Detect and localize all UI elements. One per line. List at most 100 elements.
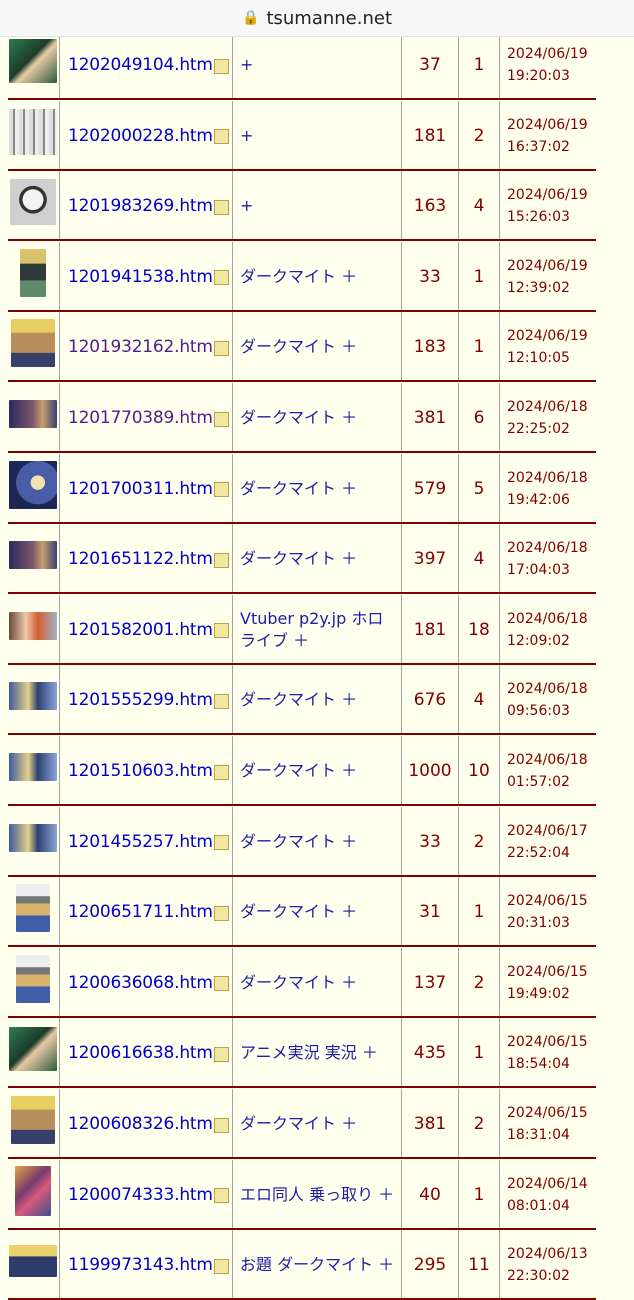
thread-link[interactable]: 1201555299.htm <box>68 665 229 735</box>
thread-date: 2024/06/15 <box>507 1105 588 1121</box>
thread-tags[interactable]: ダークマイト ＋ <box>240 524 398 594</box>
thread-link[interactable]: 1201770389.htm <box>68 383 229 453</box>
table-row: 1200616638.htm アニメ実況 実況 ＋ 435 1 2024/06/… <box>0 1018 600 1089</box>
column-divider <box>499 30 500 100</box>
thread-link[interactable]: 1201700311.htm <box>68 454 229 524</box>
thread-link[interactable]: 1200074333.htm <box>68 1160 229 1230</box>
thread-thumbnail[interactable] <box>8 1024 58 1074</box>
thread-thumbnail[interactable] <box>8 954 58 1004</box>
thread-tags[interactable]: ダークマイト ＋ <box>240 454 398 524</box>
thread-thumbnail[interactable] <box>8 1236 58 1286</box>
address-bar[interactable]: 🔒 tsumanne.net <box>0 0 634 37</box>
thread-time: 01:57:02 <box>507 774 570 790</box>
thread-tags[interactable]: + <box>240 171 398 241</box>
thread-thumbnail[interactable] <box>8 671 58 721</box>
thread-link[interactable]: 1200608326.htm <box>68 1089 229 1159</box>
table-row: 1200074333.htm エロ同人 乗っ取り ＋ 40 1 2024/06/… <box>0 1159 600 1230</box>
thread-tags[interactable]: + <box>240 30 398 100</box>
thumbnail-image <box>16 954 50 1003</box>
thread-thumbnail[interactable] <box>8 460 58 510</box>
thread-thumbnail[interactable] <box>8 883 58 933</box>
thread-filename: 1201932162.htm <box>68 337 213 358</box>
column-divider <box>232 594 233 665</box>
column-divider <box>232 383 233 453</box>
column-divider <box>499 806 500 877</box>
thread-thumbnail[interactable] <box>8 36 58 86</box>
thread-tags[interactable]: ダークマイト ＋ <box>240 383 398 453</box>
thread-tags[interactable]: ダークマイト ＋ <box>240 665 398 735</box>
image-count: 1 <box>473 1184 485 1205</box>
thread-thumbnail[interactable] <box>8 813 58 863</box>
thread-link[interactable]: 1202000228.htm <box>68 101 229 171</box>
thread-tags[interactable]: ダークマイト ＋ <box>240 312 398 382</box>
thread-date: 2024/06/15 <box>507 893 588 910</box>
column-divider <box>232 100 233 171</box>
thread-link[interactable]: 1201932162.htm <box>68 312 229 382</box>
thread-filename: 1200074333.htm <box>68 1184 213 1205</box>
image-count: 2 <box>473 1114 485 1134</box>
thread-thumbnail[interactable] <box>8 601 58 651</box>
table-row: 1201770389.htm ダークマイト ＋ 381 6 2024/06/18… <box>0 383 600 453</box>
thread-tags[interactable]: お題 ダークマイト ＋ <box>240 1230 398 1300</box>
thumbnail-image <box>15 1165 51 1216</box>
thread-link[interactable]: 1201510603.htm <box>68 736 229 806</box>
thread-thumbnail[interactable] <box>8 530 58 580</box>
thread-link[interactable]: 1200636068.htm <box>68 948 229 1018</box>
thread-thumbnail[interactable] <box>8 248 58 298</box>
thread-datetime: 2024/06/15 19:49:02 <box>507 948 588 1018</box>
column-divider <box>59 665 60 736</box>
thread-thumbnail[interactable] <box>8 177 58 227</box>
column-divider <box>232 665 233 736</box>
response-count: 37 <box>419 55 441 75</box>
thread-thumbnail[interactable] <box>8 389 58 439</box>
thread-date: 2024/06/18 <box>507 469 588 486</box>
thread-link[interactable]: 1201455257.htm <box>68 807 229 877</box>
thread-link[interactable]: 1201983269.htm <box>68 171 229 241</box>
thread-tags[interactable]: ダークマイト ＋ <box>240 877 398 947</box>
thread-datetime: 2024/06/18 22:25:02 <box>507 383 588 453</box>
column-divider <box>59 1089 60 1159</box>
image-count: 11 <box>468 1255 490 1276</box>
thread-tags[interactable]: ダークマイト ＋ <box>240 948 398 1018</box>
thread-link[interactable]: 1200616638.htm <box>68 1018 229 1088</box>
thread-link[interactable]: 1201651122.htm <box>68 524 229 594</box>
column-divider <box>59 877 60 948</box>
column-divider <box>232 806 233 877</box>
response-count: 183 <box>413 337 447 358</box>
thread-tags[interactable]: アニメ実況 実況 ＋ <box>240 1018 398 1088</box>
thumbnail-image <box>9 753 57 781</box>
column-divider <box>232 1089 233 1159</box>
thread-thumbnail[interactable] <box>8 1095 58 1145</box>
thread-link[interactable]: 1202049104.htm <box>68 30 229 100</box>
thread-filename: 1201455257.htm <box>68 831 213 852</box>
thread-tags[interactable]: エロ同人 乗っ取り ＋ <box>240 1160 398 1230</box>
thread-tags[interactable]: ダークマイト ＋ <box>240 807 398 877</box>
archive-icon <box>213 976 229 992</box>
thread-tags[interactable]: ダークマイト ＋ <box>240 242 398 312</box>
thread-link[interactable]: 1201941538.htm <box>68 242 229 312</box>
archive-icon <box>213 1188 229 1204</box>
column-divider <box>59 383 60 453</box>
thread-thumbnail[interactable] <box>8 318 58 368</box>
thread-tags[interactable]: Vtuber p2y.jp ホロライブ ＋ <box>240 595 398 665</box>
thread-time: 19:42:06 <box>507 491 570 508</box>
thread-tags[interactable]: ダークマイト ＋ <box>240 736 398 806</box>
response-count: 676 <box>413 690 447 711</box>
thread-thumbnail[interactable] <box>8 742 58 792</box>
thread-date: 2024/06/19 <box>507 187 588 204</box>
thread-time: 08:01:04 <box>507 1197 570 1214</box>
image-count: 2 <box>473 972 485 993</box>
thumbnail-image <box>11 319 55 368</box>
thread-thumbnail[interactable] <box>8 107 58 157</box>
thread-date: 2024/06/17 <box>507 822 588 839</box>
image-count: 1 <box>473 902 485 923</box>
archive-icon <box>213 129 229 145</box>
thread-link[interactable]: 1199973143.htm <box>68 1230 229 1300</box>
thread-thumbnail[interactable] <box>8 1165 58 1216</box>
thread-link[interactable]: 1200651711.htm <box>68 877 229 947</box>
thread-link[interactable]: 1201582001.htm <box>68 595 229 665</box>
table-row: 1201700311.htm ダークマイト ＋ 579 5 2024/06/18… <box>0 453 600 524</box>
thread-tags[interactable]: ダークマイト ＋ <box>240 1089 398 1159</box>
thread-tags[interactable]: + <box>240 101 398 171</box>
archive-icon <box>213 764 229 780</box>
